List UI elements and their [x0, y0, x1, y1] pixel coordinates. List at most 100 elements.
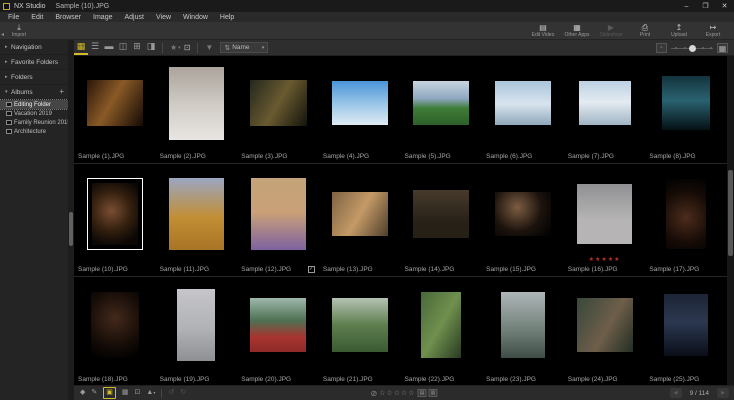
sidebar-section-navigation[interactable]: ▸ Navigation: [0, 40, 68, 55]
menu-window[interactable]: Window: [177, 14, 214, 21]
sidebar-scrollbar-handle[interactable]: [69, 212, 73, 246]
menu-view[interactable]: View: [150, 14, 177, 21]
thumbnail-cell[interactable]: ★★★★★ Sample (16).JPG: [564, 164, 646, 276]
grid-scrollbar-handle[interactable]: [728, 170, 733, 256]
star-rating-input[interactable]: ☆☆☆☆☆: [379, 389, 415, 397]
thumbnail-image[interactable]: [250, 80, 307, 126]
thumbnail-cell[interactable]: Sample (17).JPG: [645, 164, 727, 276]
thumbnail-cell[interactable]: Sample (15).JPG: [482, 164, 564, 276]
filmstrip-view-button[interactable]: ◨: [144, 40, 158, 55]
quad-view-button[interactable]: ⊞: [130, 40, 144, 55]
tag-icon[interactable]: ◆: [80, 388, 85, 398]
thumbnail-image[interactable]: [501, 292, 545, 358]
thumbnail-image[interactable]: [169, 67, 224, 140]
list-view-button[interactable]: ☰: [88, 40, 102, 55]
print-button[interactable]: ⎙ Print: [628, 23, 662, 39]
slider-handle[interactable]: [689, 45, 696, 52]
sidebar-section-favorite-folders[interactable]: ▸ Favorite Folders: [0, 55, 68, 70]
thumbnail-cell[interactable]: Sample (20).JPG: [237, 277, 319, 386]
thumbnail-image[interactable]: [495, 192, 551, 236]
thumbnail-image[interactable]: [413, 81, 469, 125]
metadata-grid-icon[interactable]: ▦: [122, 388, 129, 398]
thumbnail-cell[interactable]: Sample (14).JPG: [401, 164, 483, 276]
thumbnail-image[interactable]: [332, 298, 388, 352]
thumbnail-cell[interactable]: Sample (4).JPG: [319, 56, 401, 163]
label-button[interactable]: ▤: [418, 389, 427, 397]
info-icon[interactable]: ⊡: [135, 388, 141, 398]
thumbnail-image[interactable]: [169, 178, 224, 250]
thumbnail-cell[interactable]: Sample (18).JPG: [74, 277, 156, 386]
thumbnail-image[interactable]: [664, 294, 708, 356]
grid-view-button[interactable]: ▦: [74, 40, 88, 55]
upload-button[interactable]: ↥ Upload: [662, 23, 696, 39]
thumbnail-image[interactable]: [577, 298, 633, 352]
rating-filter-icon[interactable]: ★: [170, 43, 177, 52]
menu-adjust[interactable]: Adjust: [119, 14, 150, 21]
thumbnail-image[interactable]: [579, 81, 631, 125]
badge-toggle-icon[interactable]: ▣: [103, 387, 116, 399]
import-button[interactable]: ⤓ Import: [2, 23, 36, 39]
thumbnail-image[interactable]: [177, 289, 215, 361]
thumbnail-cell[interactable]: Sample (8).JPG: [645, 56, 727, 163]
sort-dropdown[interactable]: ⇅ Name ▾: [220, 42, 268, 53]
export-button[interactable]: ↦ Export: [696, 23, 730, 39]
thumbnail-smaller-button[interactable]: ▫: [656, 43, 667, 53]
thumbnail-cell[interactable]: Sample (1).JPG: [74, 56, 156, 163]
thumbnail-cell[interactable]: Sample (21).JPG: [319, 277, 401, 386]
thumbnail-image[interactable]: [413, 190, 469, 238]
thumbnail-cell[interactable]: Sample (6).JPG: [482, 56, 564, 163]
album-item[interactable]: Family Reunion 2015: [0, 118, 68, 127]
other-apps-button[interactable]: ▦ Other Apps: [560, 23, 594, 39]
single-view-button[interactable]: ▬: [102, 40, 116, 55]
add-album-button[interactable]: +: [59, 88, 64, 96]
thumbnail-cell[interactable]: Sample (22).JPG: [401, 277, 483, 386]
thumbnail-cell[interactable]: Sample (10).JPG: [74, 164, 156, 276]
thumbnail-image[interactable]: [92, 183, 138, 245]
minimize-button[interactable]: –: [677, 0, 696, 12]
thumbnail-image[interactable]: [666, 179, 706, 249]
album-item[interactable]: Editing Folder: [0, 100, 68, 109]
edit-video-button[interactable]: ▤ Edit Video: [526, 23, 560, 39]
thumbnail-larger-button[interactable]: ▦: [717, 43, 728, 53]
thumbnail-cell[interactable]: Sample (3).JPG: [237, 56, 319, 163]
thumbnail-cell[interactable]: Sample (2).JPG: [156, 56, 238, 163]
menu-edit[interactable]: Edit: [25, 14, 49, 21]
thumbnail-image[interactable]: [662, 76, 710, 130]
thumbnail-cell[interactable]: Sample (5).JPG: [401, 56, 483, 163]
menu-file[interactable]: File: [2, 14, 25, 21]
thumbnail-cell[interactable]: Sample (12).JPG ✓: [237, 164, 319, 276]
album-item[interactable]: Vacation 2019: [0, 109, 68, 118]
filter-funnel-icon[interactable]: ▼: [205, 43, 213, 52]
collapse-sidebar-icon[interactable]: ◂: [1, 32, 4, 38]
fit-view-icon[interactable]: ⊡: [184, 43, 191, 52]
slideshow-button[interactable]: ▶ Slideshow: [594, 23, 628, 39]
thumbnail-image[interactable]: [250, 298, 306, 352]
thumbnail-image[interactable]: [332, 81, 388, 125]
menu-image[interactable]: Image: [87, 14, 118, 21]
album-item[interactable]: Architecture: [0, 127, 68, 136]
sidebar-section-folders[interactable]: ▸ Folders: [0, 70, 68, 85]
thumbnail-cell[interactable]: Sample (13).JPG: [319, 164, 401, 276]
thumbnail-image[interactable]: [495, 81, 551, 125]
next-image-button[interactable]: ▶: [717, 388, 729, 398]
thumbnail-image[interactable]: [91, 292, 139, 358]
sidebar-section-albums[interactable]: ▾ Albums +: [0, 85, 68, 100]
thumbnail-cell[interactable]: Sample (11).JPG: [156, 164, 238, 276]
thumbnail-cell[interactable]: Sample (7).JPG: [564, 56, 646, 163]
rotate-ccw-icon[interactable]: ↺: [168, 388, 174, 398]
menu-browser[interactable]: Browser: [49, 14, 87, 21]
maximize-button[interactable]: ❐: [696, 0, 715, 12]
thumbnail-image[interactable]: [251, 178, 306, 250]
thumbnail-cell[interactable]: Sample (19).JPG: [156, 277, 238, 386]
no-rating-icon[interactable]: ⊘: [370, 389, 377, 398]
menu-help[interactable]: Help: [214, 14, 240, 21]
thumbnail-cell[interactable]: Sample (25).JPG: [645, 277, 727, 386]
grid-scrollbar[interactable]: [727, 56, 734, 385]
thumbnail-cell[interactable]: Sample (23).JPG: [482, 277, 564, 386]
thumbnail-cell[interactable]: Sample (24).JPG: [564, 277, 646, 386]
thumbnail-image[interactable]: [421, 292, 461, 358]
split-view-button[interactable]: ◫: [116, 40, 130, 55]
label-edit-button[interactable]: ▥: [429, 389, 438, 397]
previous-image-button[interactable]: ◀: [670, 388, 682, 398]
brush-icon[interactable]: ✎: [91, 388, 97, 398]
